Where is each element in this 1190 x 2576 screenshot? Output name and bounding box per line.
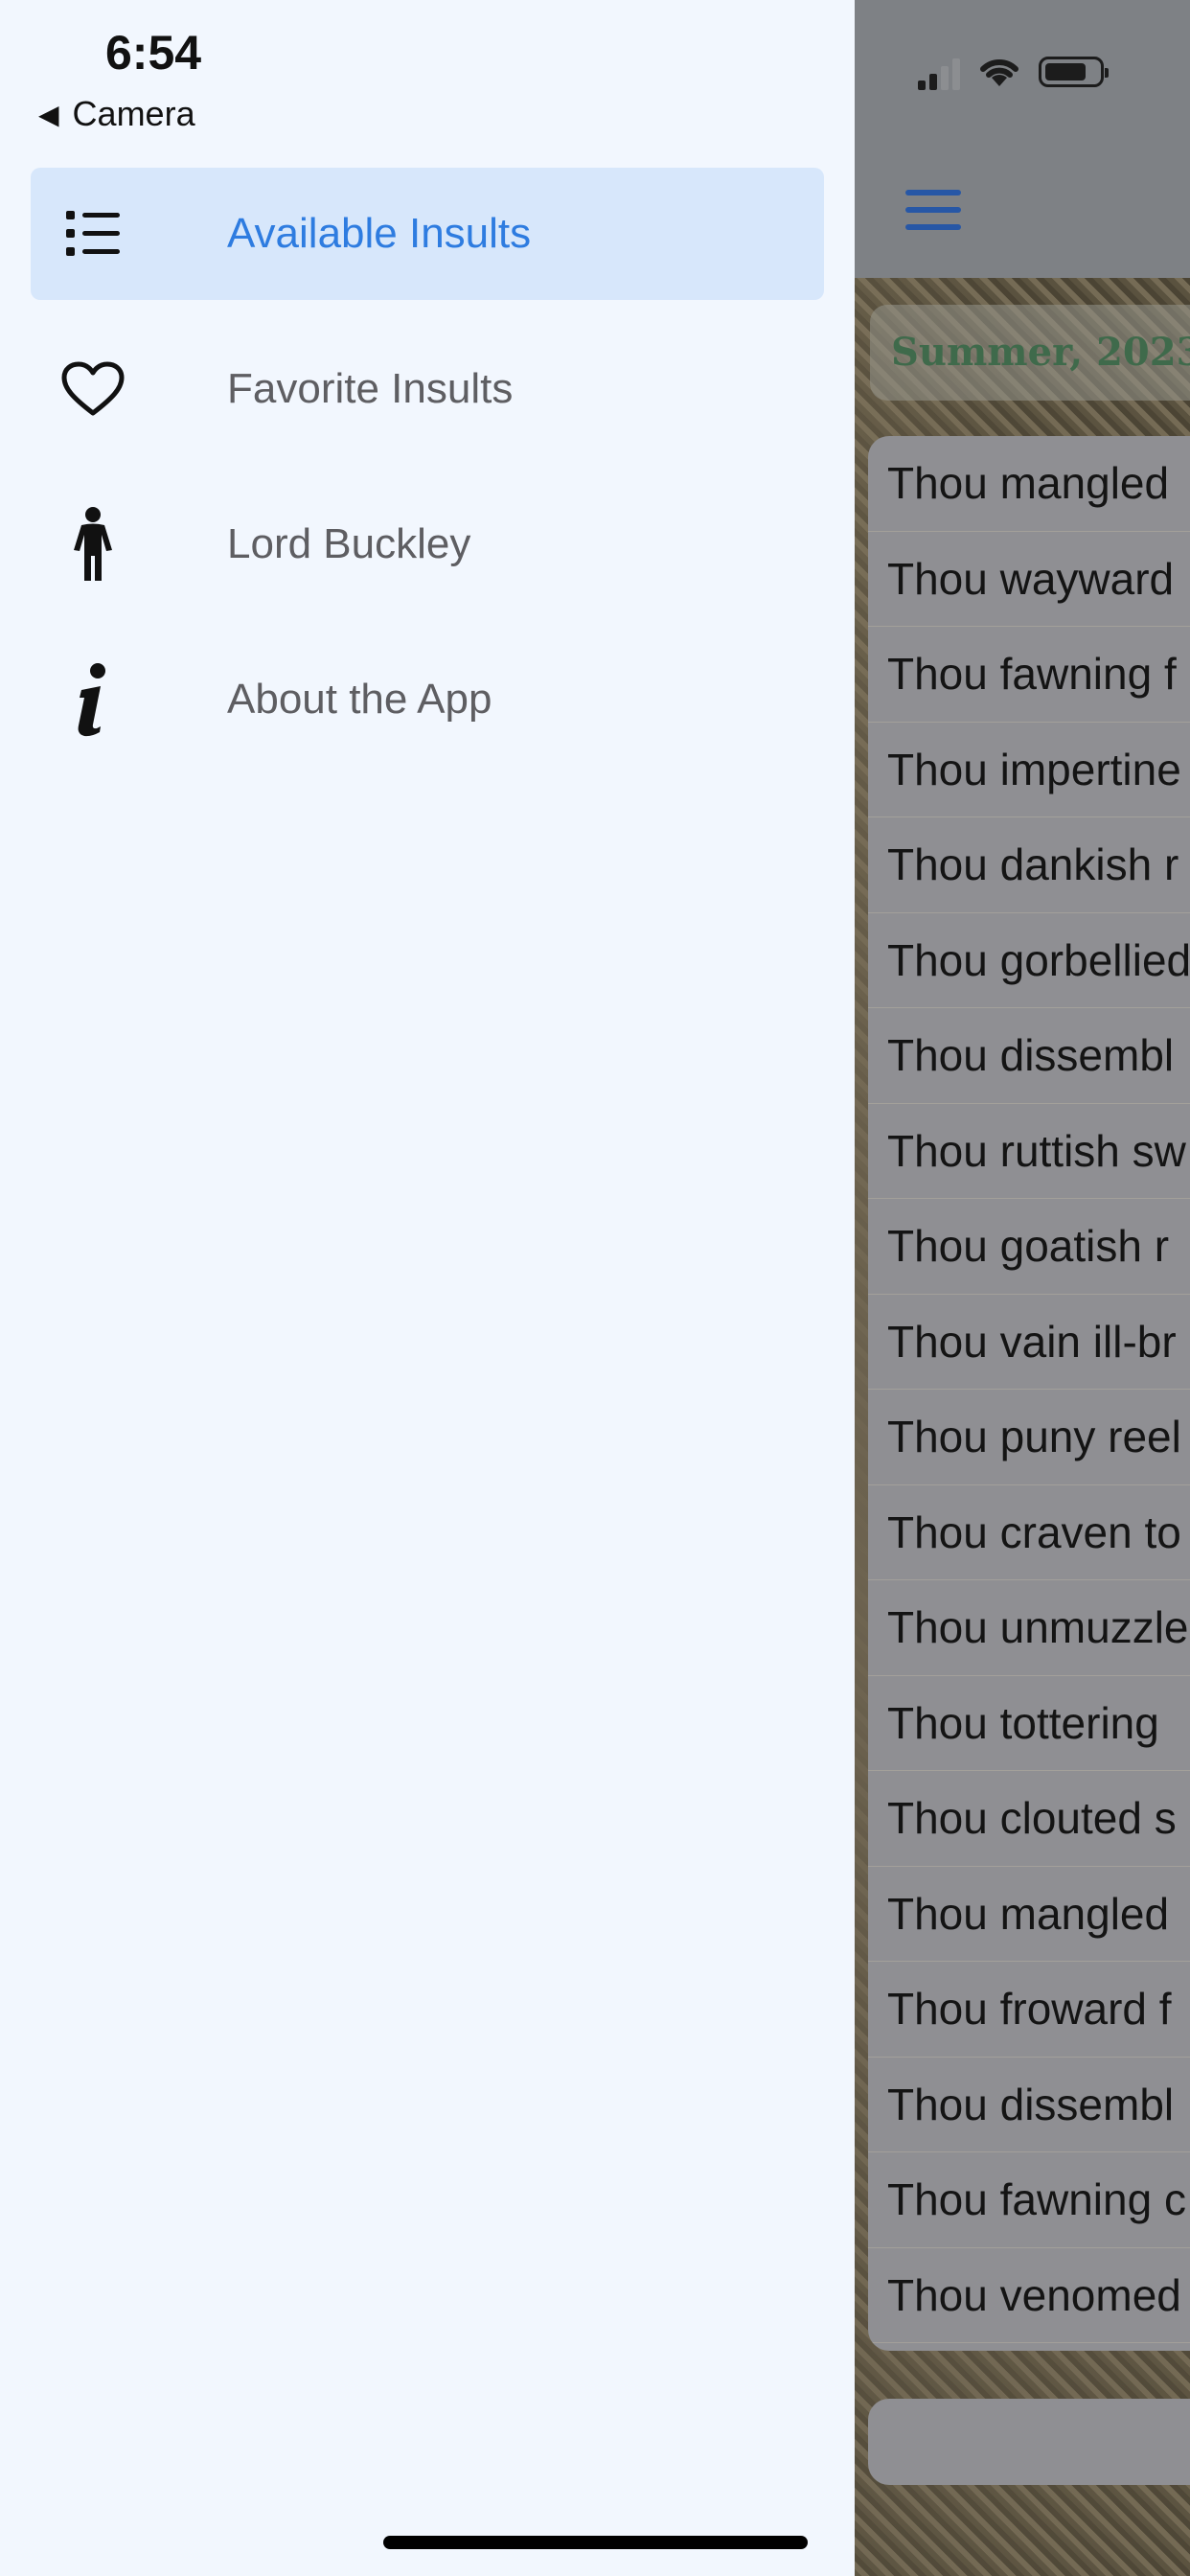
insult-row[interactable]: Thou dissembl <box>868 1008 1190 1104</box>
insult-row[interactable]: Thou goatish r <box>868 1199 1190 1295</box>
back-to-camera[interactable]: ◀ Camera <box>38 94 195 134</box>
status-time: 6:54 <box>105 26 202 80</box>
insult-row[interactable]: Thou impertine <box>868 723 1190 817</box>
home-indicator[interactable] <box>383 2536 808 2549</box>
insult-row[interactable]: Thou craven to <box>868 1485 1190 1580</box>
insult-row[interactable]: Thou unmuzzle <box>868 1580 1190 1676</box>
insult-row[interactable]: Thou wayward <box>868 532 1190 627</box>
drawer-item-label: Available Insults <box>227 210 532 257</box>
list-icon <box>59 200 126 267</box>
insult-row[interactable]: Thou fawning c <box>868 2152 1190 2248</box>
insult-row[interactable]: Thou puny reel <box>868 1390 1190 1485</box>
season-label: Summer, 2023 <box>870 305 1190 401</box>
insult-row[interactable]: Thou dankish r <box>868 817 1190 913</box>
battery-icon <box>1039 57 1109 87</box>
insult-list[interactable]: Thou mangled Thou wayward Thou fawning f Th… <box>868 436 1190 2351</box>
heart-icon <box>59 356 126 423</box>
insult-row[interactable]: Thou vain ill-br <box>868 1295 1190 1390</box>
insult-row[interactable]: Thou clouted s <box>868 1771 1190 1867</box>
bottom-panel[interactable] <box>868 2399 1190 2485</box>
insult-row[interactable]: Thou mangled <box>868 436 1190 532</box>
insult-row[interactable]: Thou tottering <box>868 1676 1190 1771</box>
drawer-item-label: About the App <box>227 676 492 723</box>
back-triangle-icon: ◀ <box>38 99 59 129</box>
insult-row[interactable]: Thou ruttish sw <box>868 1104 1190 1199</box>
insult-row[interactable]: Thou mangled <box>868 1867 1190 1962</box>
insult-row[interactable]: Thou gorbellied <box>868 913 1190 1008</box>
drawer-item-label: Lord Buckley <box>227 520 471 567</box>
drawer-item-lord-buckley[interactable]: Lord Buckley <box>31 478 824 610</box>
insult-row[interactable]: Thou paunchy <box>868 2343 1190 2351</box>
insult-row[interactable]: Thou dissembl <box>868 2058 1190 2152</box>
drawer-item-available-insults[interactable]: Available Insults <box>31 168 824 300</box>
hamburger-menu-icon[interactable] <box>905 190 961 230</box>
drawer-item-label: Favorite Insults <box>227 365 514 412</box>
insult-row[interactable]: Thou venomed <box>868 2248 1190 2343</box>
insult-row[interactable]: Thou froward f <box>868 1962 1190 2058</box>
cellular-signal-icon <box>918 54 960 90</box>
person-icon <box>59 507 126 581</box>
info-icon <box>59 663 126 737</box>
drawer-item-favorite-insults[interactable]: Favorite Insults <box>31 323 824 455</box>
wifi-icon <box>980 58 1018 86</box>
back-label: Camera <box>72 94 195 133</box>
drawer-item-about-the-app[interactable]: About the App <box>31 633 824 766</box>
navigation-drawer: 6:54 ◀ Camera Available Insults Favorite… <box>0 0 855 2576</box>
status-icons <box>918 54 1109 90</box>
insult-row[interactable]: Thou fawning f <box>868 627 1190 723</box>
